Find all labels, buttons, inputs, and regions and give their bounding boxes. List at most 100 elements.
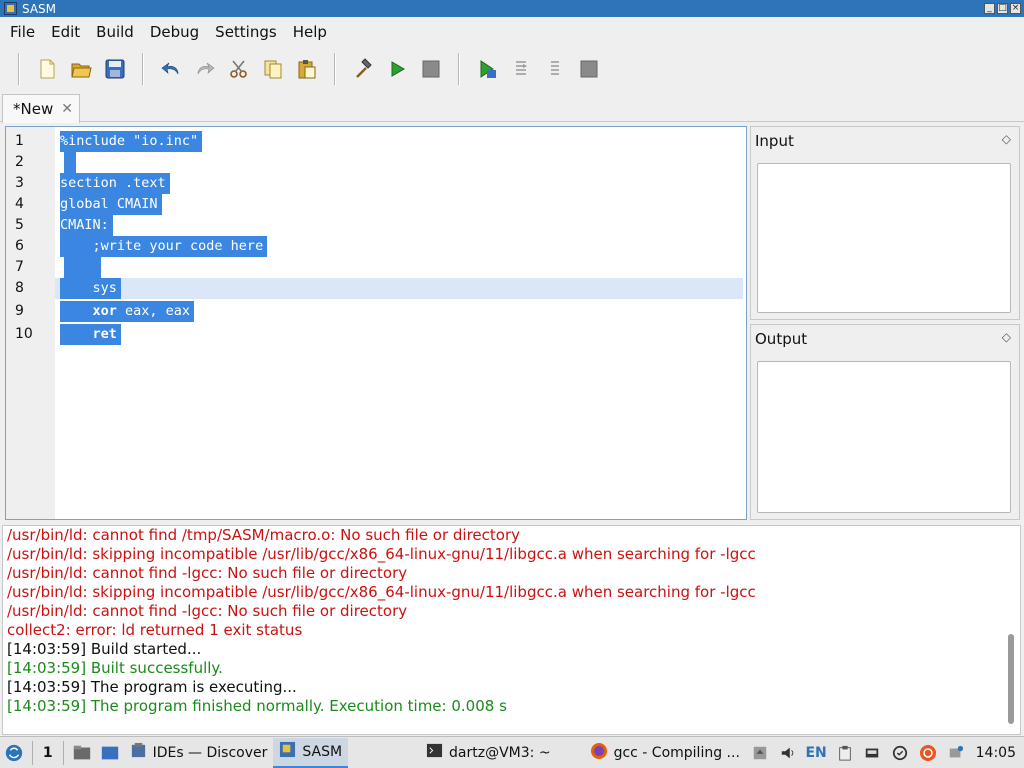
notification-icon[interactable]: [946, 742, 966, 764]
log-line: [14:03:59] The program finished normally…: [7, 697, 507, 715]
discover-icon: [130, 742, 147, 763]
save-icon[interactable]: [98, 53, 132, 85]
output-panel: Output ◇: [750, 324, 1020, 520]
task-label: gcc - Compiling ...: [613, 744, 740, 761]
maximize-icon[interactable]: □: [997, 3, 1008, 14]
log-line: /usr/bin/ld: skipping incompatible /usr/…: [7, 583, 756, 601]
menu-file[interactable]: File: [2, 23, 43, 41]
code-line-current[interactable]: 8 sys: [6, 278, 746, 299]
eject-icon[interactable]: [750, 742, 770, 764]
menu-edit[interactable]: Edit: [43, 23, 88, 41]
input-panel: Input ◇: [750, 126, 1020, 320]
menu-debug[interactable]: Debug: [142, 23, 207, 41]
code-text: %include "io.inc": [60, 131, 203, 152]
clock[interactable]: 14:05: [976, 745, 1016, 761]
line-number: 7: [15, 259, 24, 275]
show-desktop-icon[interactable]: [100, 742, 120, 764]
tab-close-icon[interactable]: ✕: [61, 101, 73, 117]
new-file-icon[interactable]: [30, 53, 64, 85]
run-icon[interactable]: [380, 53, 414, 85]
redo-icon[interactable]: [188, 53, 222, 85]
tab-label: *New: [13, 100, 54, 118]
code-text: section .text: [60, 173, 170, 194]
code-line[interactable]: 4 global CMAIN: [6, 194, 746, 215]
paste-icon[interactable]: [290, 53, 324, 85]
code-line[interactable]: 6 ;write your code here: [6, 236, 746, 257]
log-scrollbar[interactable]: [1004, 528, 1018, 732]
task-label: SASM: [302, 743, 343, 760]
task-label: dartz@VM3: ~: [449, 744, 551, 761]
code-line[interactable]: 1 %include "io.inc": [6, 131, 746, 152]
workspace-switcher[interactable]: 1: [43, 745, 53, 761]
clipboard-icon[interactable]: [835, 742, 855, 764]
menu-settings[interactable]: Settings: [207, 23, 285, 41]
dock-float-icon[interactable]: ◇: [1002, 132, 1011, 146]
stop-icon[interactable]: [414, 53, 448, 85]
line-number: 8: [15, 280, 24, 296]
window-title: SASM: [22, 1, 57, 16]
build-log[interactable]: /usr/bin/ld: cannot find /tmp/SASM/macro…: [2, 525, 1021, 735]
copy-icon[interactable]: [256, 53, 290, 85]
toolbar-separator: [142, 53, 144, 85]
cut-icon[interactable]: [222, 53, 256, 85]
line-number: 9: [15, 303, 24, 319]
scrollbar-thumb[interactable]: [1008, 634, 1014, 724]
file-manager-icon[interactable]: [72, 742, 92, 764]
output-panel-title: Output: [755, 330, 808, 348]
debug-icon[interactable]: [470, 53, 504, 85]
sasm-icon: [279, 741, 296, 762]
log-line: /usr/bin/ld: cannot find -lgcc: No such …: [7, 602, 408, 620]
taskbar-separator: [32, 740, 33, 765]
code-text: ret: [60, 324, 121, 345]
open-folder-icon[interactable]: [64, 53, 98, 85]
output-textbox[interactable]: [757, 361, 1011, 513]
toolbar: [0, 46, 1024, 92]
current-line-highlight: [55, 278, 743, 299]
task-sasm[interactable]: SASM: [273, 737, 349, 768]
code-line[interactable]: 3 section .text: [6, 173, 746, 194]
code-line[interactable]: 10 ret: [6, 324, 746, 345]
minimize-icon[interactable]: _: [984, 3, 995, 14]
code-editor[interactable]: 1 %include "io.inc" 2 3 section .text 4 …: [5, 126, 747, 520]
log-line: [14:03:59] The program is executing...: [7, 678, 297, 696]
keyword: ret: [92, 326, 117, 342]
ubuntu-icon[interactable]: [918, 742, 938, 764]
step-into-icon[interactable]: [538, 53, 572, 85]
window-titlebar: SASM _ □ ×: [0, 0, 1024, 17]
line-number: 3: [15, 175, 24, 191]
dock-float-icon[interactable]: ◇: [1002, 330, 1011, 344]
code-operands: eax, eax: [116, 303, 191, 319]
code-line[interactable]: 9 xor eax, eax: [6, 301, 746, 322]
network-icon[interactable]: [863, 742, 883, 764]
task-label: IDEs — Discover: [152, 744, 268, 761]
code-line[interactable]: 2: [6, 152, 746, 173]
code-line[interactable]: 5 CMAIN:: [6, 215, 746, 236]
line-number: 2: [15, 154, 24, 170]
toolbar-separator: [18, 53, 20, 85]
start-menu-icon[interactable]: [4, 742, 24, 764]
log-line: /usr/bin/ld: skipping incompatible /usr/…: [7, 545, 756, 563]
menu-build[interactable]: Build: [88, 23, 142, 41]
undo-icon[interactable]: [154, 53, 188, 85]
debug-stop-icon[interactable]: [572, 53, 606, 85]
code-line[interactable]: 7: [6, 257, 746, 278]
firefox-icon: [590, 742, 608, 764]
toolbar-separator: [334, 53, 336, 85]
menu-bar: File Edit Build Debug Settings Help: [0, 17, 1024, 46]
log-line: [14:03:59] Build started...: [7, 640, 202, 658]
volume-icon[interactable]: [778, 742, 798, 764]
tab-new[interactable]: *New ✕: [2, 94, 80, 123]
task-firefox[interactable]: gcc - Compiling ...: [584, 738, 746, 768]
code-text: [64, 152, 77, 173]
menu-help[interactable]: Help: [285, 23, 335, 41]
build-hammer-icon[interactable]: [346, 53, 380, 85]
log-line: [14:03:59] Built successfully.: [7, 659, 223, 677]
step-over-icon[interactable]: [504, 53, 538, 85]
input-textbox[interactable]: [757, 163, 1011, 313]
update-icon[interactable]: [890, 742, 910, 764]
task-discover[interactable]: IDEs — Discover: [124, 738, 274, 768]
task-terminal[interactable]: dartz@VM3: ~: [420, 738, 557, 768]
close-icon[interactable]: ×: [1010, 3, 1021, 14]
keyboard-layout[interactable]: EN: [805, 745, 826, 761]
